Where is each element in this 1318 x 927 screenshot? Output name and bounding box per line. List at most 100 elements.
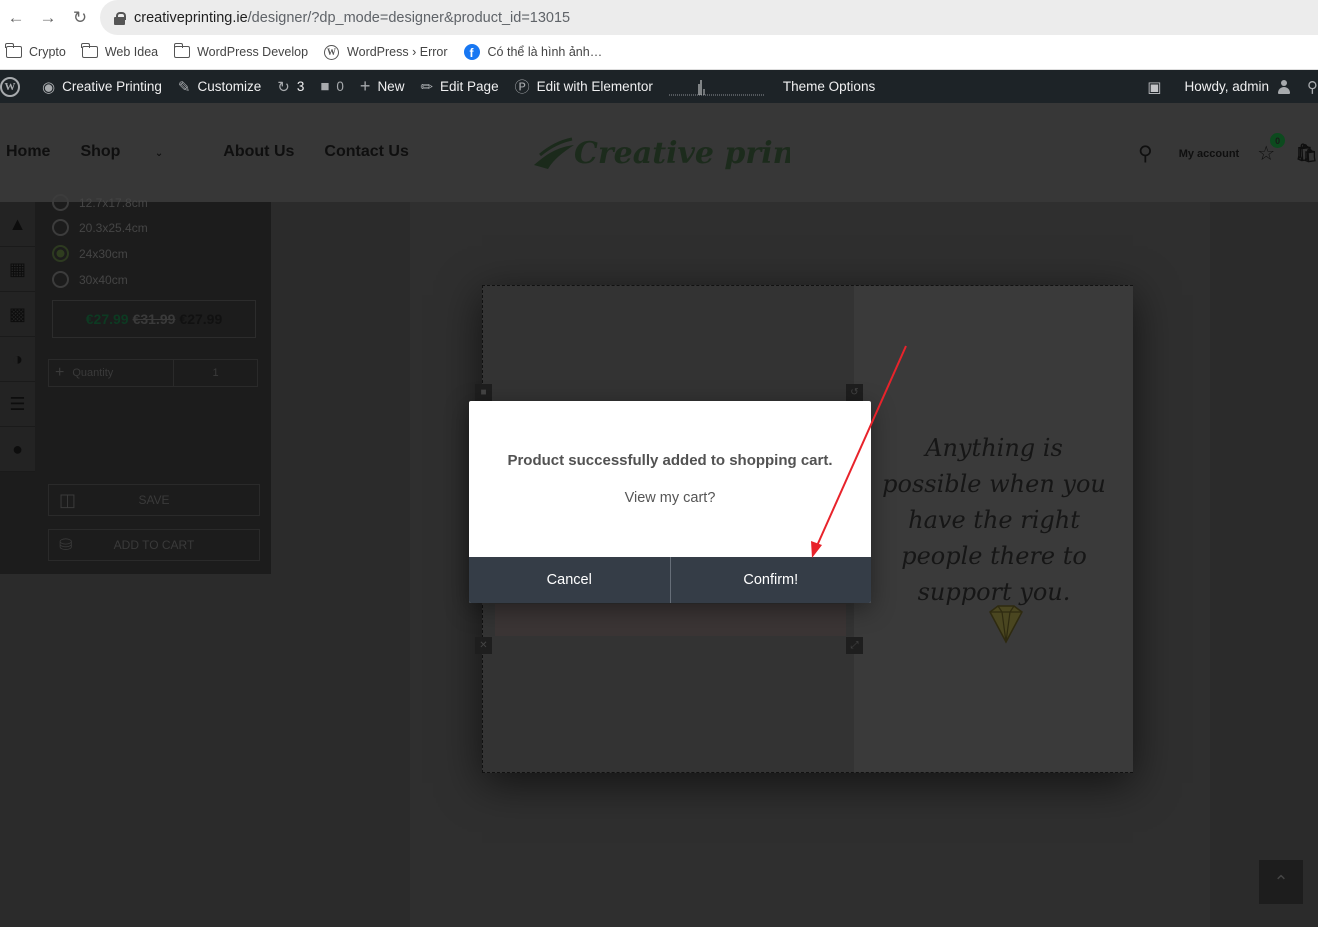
wishlist-icon[interactable]: ☆ 0	[1257, 133, 1286, 166]
bookmark-label: Có thể là hình ảnh…	[487, 45, 603, 59]
admin-bar-right: ▣ Howdy, admin ⚲	[1139, 70, 1318, 103]
size-option-label: 20.3x25.4cm	[79, 220, 148, 235]
bookmark-web-idea[interactable]: Web Idea	[81, 43, 159, 59]
bookmarks-bar: Crypto Web Idea WordPress Develop W WordP…	[0, 35, 1318, 70]
plus-icon[interactable]: +	[55, 364, 64, 382]
layers-tool-icon[interactable]: ☰	[0, 382, 35, 427]
user-tool-icon[interactable]: ●	[0, 427, 35, 472]
search-icon[interactable]: ⚲	[1138, 141, 1153, 166]
user-icon	[1277, 79, 1291, 94]
confirm-button[interactable]: Confirm!	[669, 557, 871, 603]
pencil-icon: ✏	[420, 78, 434, 96]
comments-link[interactable]: ■ 0	[312, 70, 352, 103]
my-account-link[interactable]: My account	[1179, 148, 1240, 160]
wp-logo-menu[interactable]: W	[0, 70, 28, 103]
image-tool-icon[interactable]: ▦	[0, 247, 35, 292]
edit-page-link[interactable]: ✏ Edit Page	[412, 70, 506, 103]
product-options-panel: ▲ ▦ ▩ ◑ ☰ ● 12.7x17.8cm 20.3x25.4cm 24x3…	[0, 194, 271, 574]
tool-strip: ▲ ▦ ▩ ◑ ☰ ●	[0, 202, 35, 472]
updates-count: 3	[296, 79, 305, 94]
my-account-menu[interactable]: Howdy, admin	[1176, 70, 1299, 103]
size-option[interactable]: 20.3x25.4cm	[52, 219, 148, 236]
bookmark-label: WordPress › Error	[347, 45, 448, 59]
forward-arrow-icon[interactable]: →	[32, 0, 64, 35]
photo-element[interactable]	[495, 604, 846, 636]
diamond-icon	[989, 605, 1023, 644]
new-content-menu[interactable]: + New	[352, 70, 413, 103]
header-actions: ⚲ My account ☆ 0 🛍	[1138, 133, 1318, 166]
scroll-to-top-button[interactable]: ⌃	[1259, 860, 1303, 904]
resize-handle-icon[interactable]: ⤢	[846, 637, 863, 654]
canvas-text-area: Anything is possible when you have the r…	[854, 286, 1133, 772]
quantity-stepper[interactable]: + Quantity 1	[48, 359, 258, 387]
size-option[interactable]: 12.7x17.8cm	[52, 194, 148, 211]
reload-icon[interactable]: ↻	[64, 0, 96, 35]
quote-text[interactable]: Anything is possible when you have the r…	[874, 430, 1114, 610]
price-final: €27.99	[179, 311, 223, 327]
bookmark-label: Web Idea	[104, 45, 159, 59]
nav-about-us[interactable]: About Us	[223, 143, 294, 161]
radio-button[interactable]	[52, 271, 69, 288]
bookmark-wordpress-develop[interactable]: WordPress Develop	[173, 43, 308, 59]
bookmark-label: Crypto	[29, 45, 66, 59]
notifications-link[interactable]: ▣	[1139, 70, 1176, 103]
radio-button-checked[interactable]	[52, 245, 69, 262]
edit-elementor-label: Edit with Elementor	[536, 79, 653, 94]
save-button[interactable]: ◫ SAVE	[48, 484, 260, 516]
radio-button[interactable]	[52, 219, 69, 236]
qr-code-tool-icon[interactable]: ▩	[0, 292, 35, 337]
site-name-menu[interactable]: ◉ Creative Printing	[28, 70, 170, 103]
dashboard-icon: ◉	[42, 78, 56, 96]
updates-icon: ↻	[277, 78, 290, 96]
site-logo[interactable]: Creative printing	[530, 125, 862, 181]
facebook-icon: f	[463, 44, 480, 60]
delete-handle-icon[interactable]: ■	[475, 384, 492, 401]
size-option-label: 24x30cm	[79, 246, 128, 261]
nav-shop-label: Shop	[80, 143, 121, 160]
customize-link[interactable]: ✎ Customize	[170, 70, 269, 103]
main-navigation: Home Shop ⌄ About Us Contact Us	[6, 143, 439, 161]
dialog-message: Product successfully added to shopping c…	[507, 452, 833, 469]
search-icon: ⚲	[1307, 78, 1318, 96]
bookmark-facebook[interactable]: f Có thể là hình ảnh…	[463, 44, 603, 60]
size-option-selected[interactable]: 24x30cm	[52, 245, 128, 262]
nav-home[interactable]: Home	[6, 143, 50, 161]
bookmark-crypto[interactable]: Crypto	[5, 43, 66, 59]
stats-sparkline[interactable]	[668, 78, 765, 96]
price-old: €31.99	[132, 311, 176, 327]
plus-icon: +	[359, 76, 371, 96]
folder-icon	[81, 43, 98, 58]
wishlist-count-badge: 0	[1270, 133, 1286, 148]
theme-options-link[interactable]: Theme Options	[775, 70, 883, 103]
cart-icon[interactable]: 🛍	[1295, 143, 1318, 164]
site-header: Home Shop ⌄ About Us Contact Us Creative…	[0, 103, 1318, 202]
confirm-dialog: Product successfully added to shopping c…	[469, 401, 871, 603]
add-to-cart-label: ADD TO CART	[113, 538, 195, 552]
rotate-handle-icon[interactable]: ↺	[846, 384, 863, 401]
folder-icon	[173, 43, 191, 58]
edit-elementor-link[interactable]: Ⓟ Edit with Elementor	[507, 70, 661, 103]
nav-shop[interactable]: Shop ⌄	[80, 143, 193, 161]
close-handle-icon[interactable]: ✕	[475, 637, 492, 654]
paint-tool-icon[interactable]: ◑	[0, 337, 35, 382]
comments-count: 0	[336, 79, 344, 94]
updates-link[interactable]: ↻ 3	[269, 70, 312, 103]
shapes-tool-icon[interactable]: ▲	[0, 202, 35, 247]
bookmark-wordpress-error[interactable]: W WordPress › Error	[324, 44, 448, 60]
chevron-down-icon: ⌄	[154, 148, 164, 159]
size-option[interactable]: 30x40cm	[52, 271, 128, 288]
comment-icon: ■	[320, 78, 330, 95]
brush-icon: ✎	[177, 78, 191, 96]
quantity-value[interactable]: 1	[173, 360, 257, 386]
add-to-cart-button[interactable]: ⛁ ADD TO CART	[48, 529, 260, 561]
size-option-label: 30x40cm	[79, 272, 128, 287]
wordpress-icon: W	[0, 76, 20, 97]
address-bar[interactable]: creativeprinting.ie/designer/?dp_mode=de…	[100, 0, 1318, 35]
back-arrow-icon[interactable]: ←	[0, 0, 32, 35]
theme-options-label: Theme Options	[782, 79, 876, 94]
edit-page-label: Edit Page	[440, 79, 499, 94]
admin-search[interactable]: ⚲	[1299, 70, 1318, 103]
cancel-button[interactable]: Cancel	[469, 557, 670, 603]
radio-button[interactable]	[52, 194, 69, 211]
nav-contact-us[interactable]: Contact Us	[324, 143, 408, 161]
